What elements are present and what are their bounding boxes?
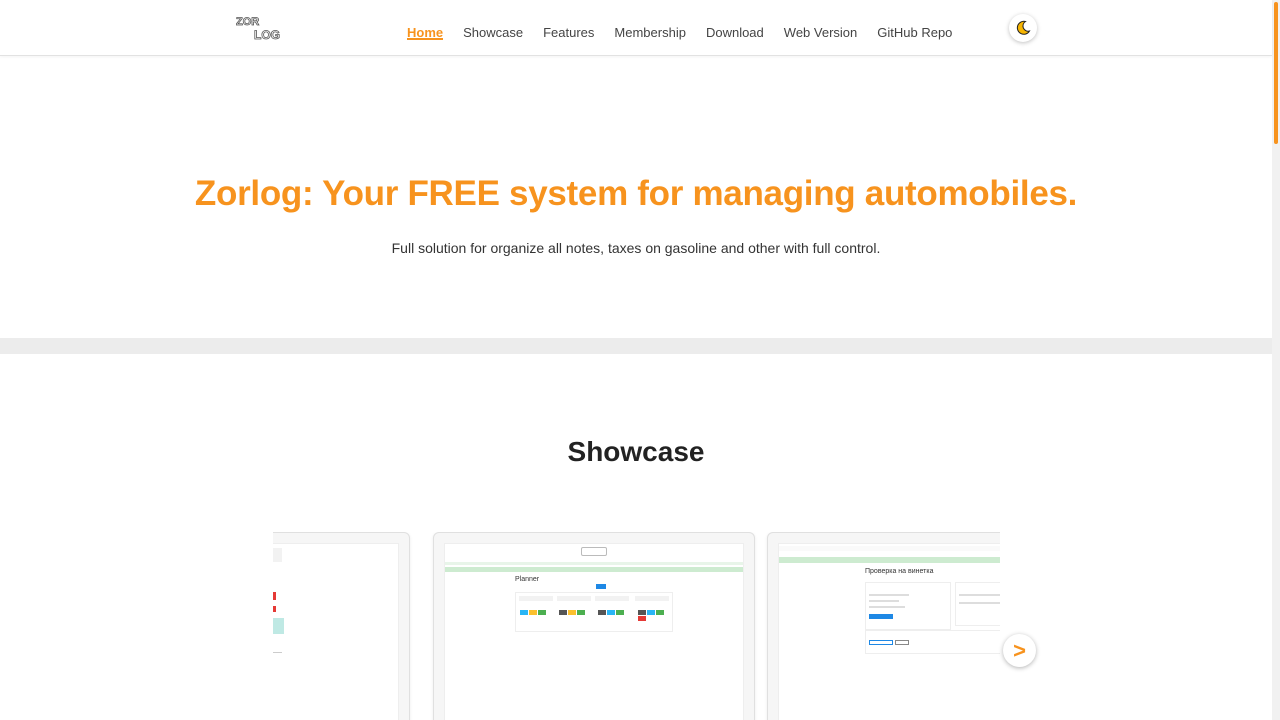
planner-heading: Planner [515, 576, 540, 583]
scrollbar-thumb[interactable] [1274, 2, 1278, 144]
nav-membership[interactable]: Membership [614, 5, 686, 52]
svg-text:LOG: LOG [254, 28, 280, 42]
nav-showcase[interactable]: Showcase [463, 5, 523, 52]
zorlog-logo[interactable]: ZOR LOG [236, 14, 286, 42]
chevron-right-icon: > [1013, 637, 1026, 663]
nav-download[interactable]: Download [706, 5, 764, 52]
showcase-title: Showcase [567, 436, 705, 467]
theme-toggle-button[interactable] [1009, 14, 1037, 42]
hero-title: Zorlog: Your FREE system for managing au… [194, 174, 1078, 213]
hero-subtitle: Full solution for organize all notes, ta… [391, 240, 881, 256]
nav-web-version[interactable]: Web Version [784, 5, 857, 52]
top-navbar: ZOR LOG Home Showcase Features Membershi… [0, 0, 1272, 56]
showcase-carousel: Planner Проверка на винетка [273, 532, 1000, 720]
showcase-card[interactable]: Planner [433, 532, 755, 720]
page-scrollbar[interactable] [1272, 0, 1280, 720]
nav-home[interactable]: Home [407, 5, 444, 52]
nav-github-repo[interactable]: GitHub Repo [877, 5, 952, 52]
svg-text:ZOR: ZOR [236, 16, 259, 28]
hero-section: Zorlog: Your FREE system for managing au… [0, 56, 1272, 338]
showcase-section: Showcase Planner Проверка на винетка [0, 354, 1272, 720]
main-nav: Home Showcase Features Membership Downlo… [397, 0, 962, 56]
screenshot-image: Planner [444, 543, 744, 720]
carousel-next-button[interactable]: > [1003, 634, 1036, 667]
nav-features[interactable]: Features [543, 5, 594, 52]
vignette-heading: Проверка на винетка [865, 568, 934, 575]
screenshot-image [273, 543, 399, 720]
moon-icon [1016, 20, 1031, 35]
screenshot-image: Проверка на винетка [778, 543, 1000, 720]
showcase-card[interactable] [273, 532, 410, 720]
showcase-card[interactable]: Проверка на винетка [767, 532, 1000, 720]
